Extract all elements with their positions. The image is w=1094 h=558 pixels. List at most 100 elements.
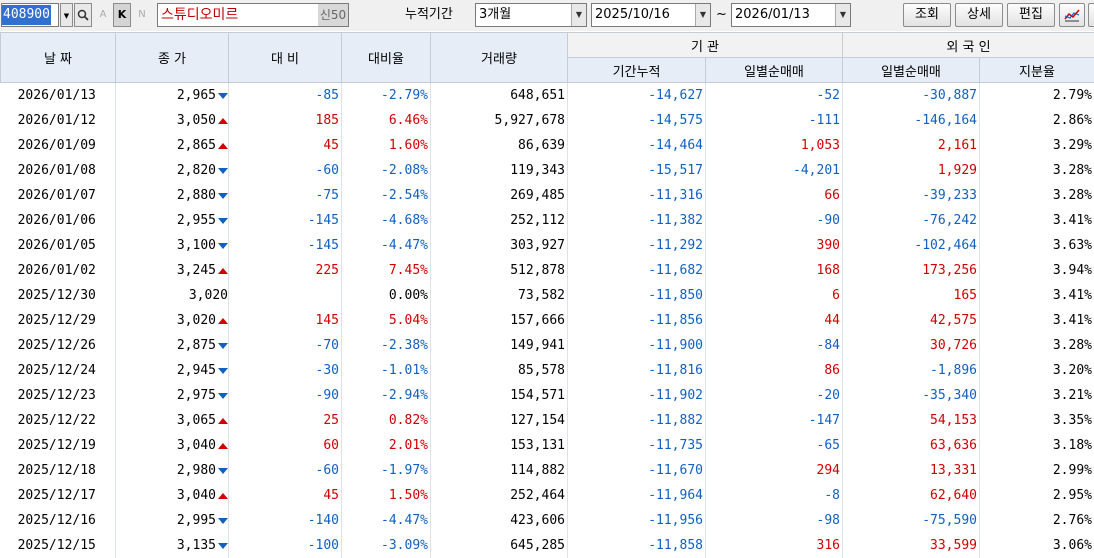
cell-foreign-share: 3.41% bbox=[980, 308, 1094, 333]
table-row[interactable]: 2025/12/193,040602.01%153,131-11,735-656… bbox=[1, 433, 1094, 458]
cell-foreign-share: 2.79% bbox=[980, 83, 1094, 109]
header-volume[interactable]: 거래량 bbox=[431, 33, 568, 83]
table-row[interactable]: 2026/01/092,865451.60%86,639-14,4641,053… bbox=[1, 133, 1094, 158]
table-row[interactable]: 2026/01/053,100-145-4.47%303,927-11,2923… bbox=[1, 233, 1094, 258]
filter-a-button[interactable]: A bbox=[97, 3, 109, 27]
edit-button[interactable]: 편집 bbox=[1007, 3, 1055, 27]
date-to-field[interactable]: 2026/01/13▼ bbox=[731, 3, 851, 27]
cell-inst-cumulative: -11,900 bbox=[568, 333, 706, 358]
header-close[interactable]: 종 가 bbox=[116, 33, 229, 83]
cell-foreign-daily: -1,896 bbox=[843, 358, 980, 383]
calendar-dropdown-icon[interactable]: ▼ bbox=[695, 4, 710, 26]
chevron-down-icon[interactable]: ▼ bbox=[571, 4, 586, 26]
cell-inst-daily: 66 bbox=[706, 183, 843, 208]
close-value: 2,820 bbox=[177, 163, 216, 178]
code-dropdown-button[interactable]: ▼ bbox=[60, 3, 73, 27]
cell-inst-daily: -52 bbox=[706, 83, 843, 109]
cell-foreign-share: 3.35% bbox=[980, 408, 1094, 433]
cell-close: 3,020 bbox=[116, 283, 229, 308]
table-row[interactable]: 2025/12/153,135-100-3.09%645,285-11,8583… bbox=[1, 533, 1094, 558]
header-date[interactable]: 날 짜 bbox=[1, 33, 116, 83]
cell-inst-cumulative: -11,292 bbox=[568, 233, 706, 258]
cell-foreign-share: 3.21% bbox=[980, 383, 1094, 408]
cell-date: 2025/12/17 bbox=[1, 483, 116, 508]
cell-date: 2025/12/15 bbox=[1, 533, 116, 558]
query-button[interactable]: 조회 bbox=[903, 3, 951, 27]
more-button[interactable] bbox=[1088, 3, 1094, 27]
cell-foreign-share: 3.63% bbox=[980, 233, 1094, 258]
cell-change: 185 bbox=[229, 108, 342, 133]
close-value: 3,040 bbox=[177, 438, 216, 453]
table-row[interactable]: 2025/12/242,945-30-1.01%85,578-11,81686-… bbox=[1, 358, 1094, 383]
close-value: 2,965 bbox=[177, 88, 216, 103]
cell-close: 3,065 bbox=[116, 408, 229, 433]
search-icon[interactable] bbox=[74, 3, 92, 27]
cell-volume: 5,927,678 bbox=[431, 108, 568, 133]
table-row[interactable]: 2025/12/182,980-60-1.97%114,882-11,67029… bbox=[1, 458, 1094, 483]
cell-change bbox=[229, 283, 342, 308]
cell-foreign-daily: 13,331 bbox=[843, 458, 980, 483]
cell-inst-daily: 316 bbox=[706, 533, 843, 558]
date-from-value: 2025/10/16 bbox=[595, 7, 670, 22]
close-value: 2,995 bbox=[177, 513, 216, 528]
cell-date: 2026/01/06 bbox=[1, 208, 116, 233]
cell-volume: 423,606 bbox=[431, 508, 568, 533]
cell-volume: 114,882 bbox=[431, 458, 568, 483]
chart-icon[interactable] bbox=[1059, 3, 1085, 27]
table-row[interactable]: 2026/01/062,955-145-4.68%252,112-11,382-… bbox=[1, 208, 1094, 233]
down-arrow-icon bbox=[218, 393, 228, 399]
table-row[interactable]: 2026/01/072,880-75-2.54%269,485-11,31666… bbox=[1, 183, 1094, 208]
table-row[interactable]: 2025/12/303,0200.00%73,582-11,85061653.4… bbox=[1, 283, 1094, 308]
cell-close: 2,820 bbox=[116, 158, 229, 183]
header-rate[interactable]: 대비율 bbox=[342, 33, 431, 83]
table-row[interactable]: 2026/01/023,2452257.45%512,878-11,682168… bbox=[1, 258, 1094, 283]
cell-date: 2026/01/12 bbox=[1, 108, 116, 133]
table-row[interactable]: 2025/12/162,995-140-4.47%423,606-11,956-… bbox=[1, 508, 1094, 533]
header-foreign-daily[interactable]: 일별순매매 bbox=[843, 58, 980, 83]
table-row[interactable]: 2025/12/293,0201455.04%157,666-11,856444… bbox=[1, 308, 1094, 333]
header-inst-daily[interactable]: 일별순매매 bbox=[706, 58, 843, 83]
cell-close: 2,875 bbox=[116, 333, 229, 358]
stock-code-input[interactable]: 408900 bbox=[1, 3, 59, 27]
cell-volume: 303,927 bbox=[431, 233, 568, 258]
cell-rate: 0.00% bbox=[342, 283, 431, 308]
cell-volume: 252,464 bbox=[431, 483, 568, 508]
cell-rate: -1.97% bbox=[342, 458, 431, 483]
cell-inst-cumulative: -14,627 bbox=[568, 83, 706, 109]
close-value: 2,865 bbox=[177, 138, 216, 153]
cell-inst-daily: 44 bbox=[706, 308, 843, 333]
cell-inst-daily: 86 bbox=[706, 358, 843, 383]
stock-name-field[interactable]: 스튜디오미르신50 bbox=[157, 3, 349, 27]
cell-foreign-daily: 42,575 bbox=[843, 308, 980, 333]
toolbar: 408900 ▼ A K N 스튜디오미르신50 누적기간 3개월▼ 2025/… bbox=[0, 0, 1094, 31]
table-row[interactable]: 2025/12/173,040451.50%252,464-11,964-862… bbox=[1, 483, 1094, 508]
cell-date: 2026/01/13 bbox=[1, 83, 116, 109]
table-row[interactable]: 2025/12/262,875-70-2.38%149,941-11,900-8… bbox=[1, 333, 1094, 358]
cell-change: 225 bbox=[229, 258, 342, 283]
table-row[interactable]: 2026/01/132,965-85-2.79%648,651-14,627-5… bbox=[1, 83, 1094, 109]
calendar-dropdown-icon[interactable]: ▼ bbox=[835, 4, 850, 26]
table-row[interactable]: 2025/12/223,065250.82%127,154-11,882-147… bbox=[1, 408, 1094, 433]
header-foreign-share[interactable]: 지분율 bbox=[980, 58, 1094, 83]
cell-change: 145 bbox=[229, 308, 342, 333]
date-from-field[interactable]: 2025/10/16 ▼ bbox=[591, 3, 711, 27]
cell-close: 2,945 bbox=[116, 358, 229, 383]
detail-button[interactable]: 상세 bbox=[955, 3, 1003, 27]
filter-k-button[interactable]: K bbox=[113, 3, 131, 27]
cell-volume: 153,131 bbox=[431, 433, 568, 458]
table-row[interactable]: 2026/01/123,0501856.46%5,927,678-14,575-… bbox=[1, 108, 1094, 133]
table-row[interactable]: 2026/01/082,820-60-2.08%119,343-15,517-4… bbox=[1, 158, 1094, 183]
down-arrow-icon bbox=[218, 93, 228, 99]
table-row[interactable]: 2025/12/232,975-90-2.94%154,571-11,902-2… bbox=[1, 383, 1094, 408]
close-value: 2,955 bbox=[177, 213, 216, 228]
cell-change: -145 bbox=[229, 208, 342, 233]
cell-inst-cumulative: -11,682 bbox=[568, 258, 706, 283]
table-body: 2026/01/132,965-85-2.79%648,651-14,627-5… bbox=[1, 83, 1094, 558]
filter-n-button[interactable]: N bbox=[135, 3, 149, 27]
cell-date: 2025/12/22 bbox=[1, 408, 116, 433]
period-select[interactable]: 3개월▼ bbox=[475, 3, 587, 27]
header-change[interactable]: 대 비 bbox=[229, 33, 342, 83]
header-inst-cumulative[interactable]: 기간누적 bbox=[568, 58, 706, 83]
stock-name-value: 스튜디오미르 bbox=[161, 7, 238, 23]
cell-foreign-daily: 33,599 bbox=[843, 533, 980, 558]
